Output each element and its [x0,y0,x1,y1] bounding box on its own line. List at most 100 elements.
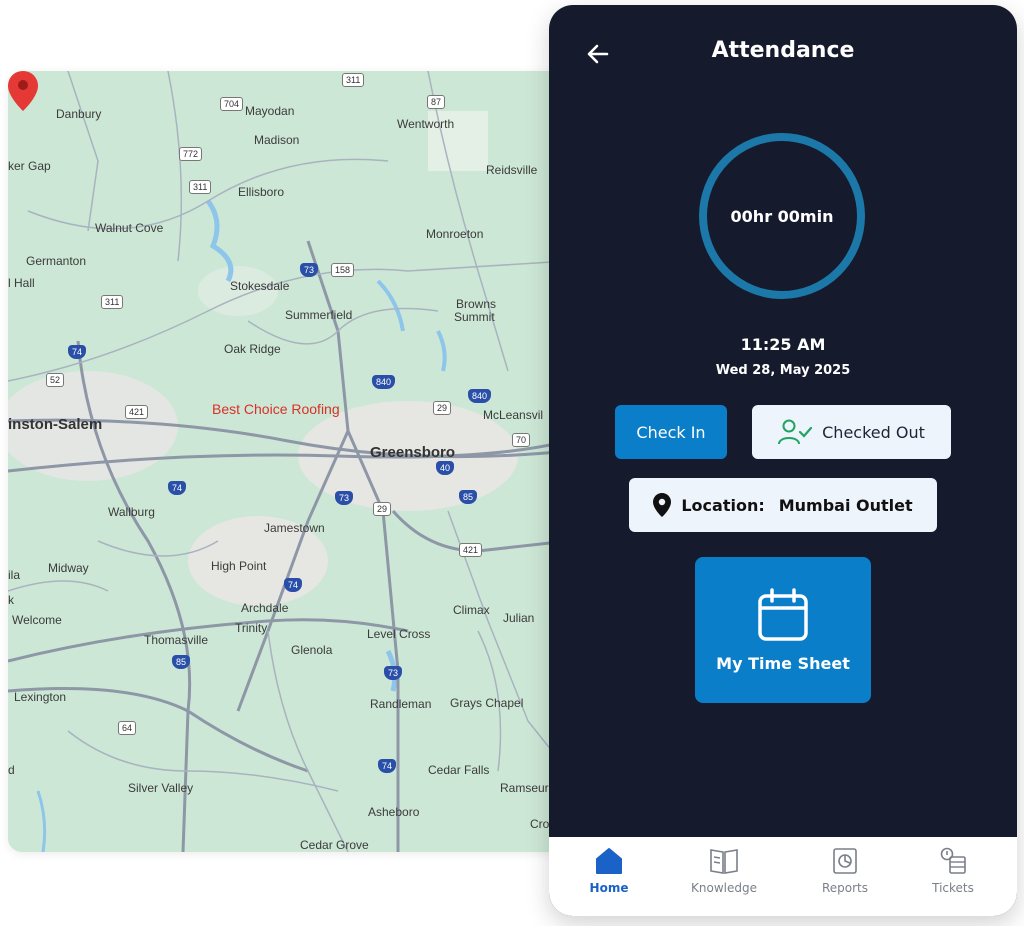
map-place-label: McLeansvil [483,408,544,422]
map-place-label: Thomasville [144,633,209,647]
map-place-label: Julian [503,611,535,625]
poi-label[interactable]: Best Choice Roofing [212,401,340,417]
highway-shield: 85 [172,655,191,669]
highway-shield: 311 [101,295,124,309]
map-place-label: Wentworth [397,117,455,131]
highway-shield: 85 [459,490,478,504]
map-place-label: Mayodan [245,104,295,118]
map-place-label: Walnut Cove [95,221,164,235]
map-place-label: Level Cross [367,627,431,641]
highway-shield: 40 [436,461,455,475]
map-roads [8,71,568,852]
current-date: Wed 28, May 2025 [715,363,851,378]
highway-shield: 421 [125,405,149,419]
bottom-nav: Home Knowledge Reports Tickets [549,837,1017,916]
map-place-label: inston-Salem [8,416,103,433]
highway-shield: 64 [118,721,137,735]
map-place-label: Summit [454,310,495,324]
page-title: Attendance [711,38,855,63]
map-place-label: Asheboro [368,805,420,819]
map-place-label: d [8,763,15,777]
ticket-icon [940,847,966,874]
checked-out-label: Checked Out [822,422,925,442]
map-place-label: Cedar Grove [300,838,369,852]
map-place-label: Glenola [291,643,333,657]
highway-shield: 74 [378,759,397,773]
map-place-label: ila [8,568,21,582]
highway-shield: 29 [433,401,452,415]
user-check-icon [778,419,813,445]
book-icon [710,849,738,874]
map-place-label: Cro [530,817,550,831]
highway-shield: 74 [168,481,187,495]
map-place-label: Trinity [235,621,268,635]
map-place-label: High Point [211,559,267,573]
map-place-label: Ramseur [500,781,549,795]
map-place-label: Climax [453,603,490,617]
location-pin-icon [653,493,672,517]
highway-shield: 73 [300,263,319,277]
highway-shield: 158 [331,263,355,277]
highway-shield: 74 [284,578,303,592]
map-place-label: Silver Valley [128,781,194,795]
timer-value: 00hr 00min [730,206,834,226]
highway-shield: 704 [220,97,244,111]
map-place-label: ker Gap [8,159,51,173]
check-in-button[interactable]: Check In [615,405,727,459]
map-place-label: Randleman [370,697,432,711]
map-place-label: Cedar Falls [428,763,490,777]
location-value: Mumbai Outlet [778,495,913,515]
highway-shield: 311 [342,73,365,87]
nav-item-tickets[interactable]: Tickets [898,847,1008,895]
map-place-label: Monroeton [426,227,484,241]
nav-label: Reports [821,881,869,895]
checked-out-button[interactable]: Checked Out [752,405,951,459]
map-pin-icon[interactable] [8,71,38,111]
highway-shield: 840 [372,375,396,389]
attendance-screen: Attendance 00hr 00min 11:25 AM Wed 28, M… [549,5,1017,916]
highway-shield: 421 [459,543,483,557]
map-place-label: k [8,593,14,607]
nav-item-knowledge[interactable]: Knowledge [669,847,779,895]
map-place-label: Grays Chapel [450,696,524,710]
map-place-label: Reidsville [486,163,538,177]
map-place-label: Midway [48,561,89,575]
timer-ring: 00hr 00min [699,133,865,299]
nav-item-home[interactable]: Home [554,847,664,895]
highway-shield: 73 [335,491,354,505]
map-place-label: Oak Ridge [224,342,281,356]
current-time: 11:25 AM [740,335,826,354]
home-icon [596,848,622,874]
time-sheet-label: My Time Sheet [716,653,850,673]
nav-item-reports[interactable]: Reports [790,847,900,895]
map-place-label: l Hall [8,276,35,290]
map-place-label: Danbury [56,107,102,121]
highway-shield: 29 [373,502,392,516]
nav-label: Knowledge [691,881,757,895]
highway-shield: 52 [46,373,65,387]
highway-shield: 311 [189,180,212,194]
nav-label: Tickets [932,881,974,895]
map-place-label: Germanton [26,254,87,268]
map-place-label: Summerfield [285,308,353,322]
map-place-label: Stokesdale [230,279,290,293]
time-sheet-button[interactable]: My Time Sheet [695,557,871,703]
location-badge: Location: Mumbai Outlet [629,478,937,532]
calendar-icon [758,587,808,641]
highway-shield: 87 [427,95,446,109]
nav-label: Home [589,881,629,895]
highway-shield: 840 [468,389,492,403]
map-place-label: Jamestown [264,521,325,535]
highway-shield: 73 [384,666,403,680]
map-place-label: Browns [456,297,497,311]
location-key: Location: [681,495,765,515]
map-place-label: Greensboro [370,444,456,461]
map-place-label: Archdale [241,601,289,615]
map-place-label: Wallburg [108,505,155,519]
highway-shield: 74 [68,345,87,359]
map-place-label: Lexington [14,690,67,704]
report-icon [833,848,857,874]
map-view[interactable]: Danbury Mayodan Madison Wentworth ker Ga… [8,71,568,852]
highway-shield: 772 [179,147,203,161]
map-place-label: Welcome [12,613,62,627]
